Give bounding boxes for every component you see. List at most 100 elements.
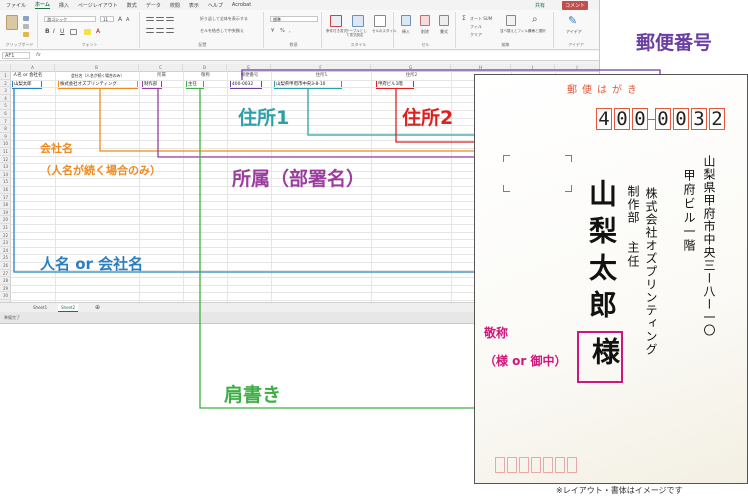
row-header[interactable]: 17 [0, 194, 11, 202]
column-header[interactable]: E [227, 64, 271, 72]
delete-button[interactable]: 削除 [421, 29, 429, 35]
table-format-button[interactable]: テーブルとして書式設定 [346, 29, 370, 37]
sheet-tab-sheet2[interactable]: Sheet2 [58, 304, 79, 312]
column-header[interactable]: A [11, 64, 55, 72]
menu-tab-data[interactable]: データ [146, 2, 161, 9]
column-header[interactable]: J [555, 64, 599, 72]
align-left-icon[interactable] [146, 28, 154, 33]
row-header[interactable]: 5 [0, 102, 11, 110]
insert-cells-icon[interactable] [401, 15, 411, 26]
row-header[interactable]: 2 [0, 80, 11, 88]
format-cells-icon[interactable] [439, 15, 449, 26]
sheet-tab-sheet1[interactable]: Sheet1 [30, 304, 50, 312]
insert-button[interactable]: 挿入 [402, 29, 410, 35]
align-top-icon[interactable] [146, 17, 154, 21]
row-header[interactable]: 12 [0, 156, 11, 164]
row-header[interactable]: 20 [0, 216, 11, 224]
column-header[interactable]: F [271, 64, 371, 72]
row-header[interactable]: 29 [0, 285, 11, 293]
align-right-icon[interactable] [166, 28, 174, 33]
row-header[interactable]: 30 [0, 292, 11, 300]
menu-tab-help[interactable]: ヘルプ [208, 2, 223, 9]
bold-icon[interactable]: B [45, 28, 50, 35]
align-middle-icon[interactable] [156, 17, 164, 21]
format-painter-icon[interactable] [23, 32, 29, 37]
shrink-font-icon[interactable]: A [126, 17, 129, 23]
row-header[interactable]: 19 [0, 209, 11, 217]
cell-style-icon[interactable] [374, 15, 386, 27]
row-header[interactable]: 15 [0, 178, 11, 186]
menu-tab-acrobat[interactable]: Acrobat [232, 2, 251, 8]
underline-icon[interactable]: U [60, 28, 64, 35]
number-format-select[interactable]: 標準 [270, 16, 318, 22]
cell-style-button[interactable]: セルのスタイル [372, 29, 397, 34]
row-header[interactable]: 11 [0, 148, 11, 156]
border-icon[interactable] [70, 29, 77, 35]
menu-tab-view[interactable]: 表示 [189, 2, 199, 9]
align-bottom-icon[interactable] [166, 17, 174, 21]
wrap-text-button[interactable]: 折り返して全体を表示する [200, 16, 248, 22]
format-button[interactable]: 書式 [440, 29, 448, 35]
row-header[interactable]: 26 [0, 262, 11, 270]
conditional-format-icon[interactable] [330, 15, 342, 27]
ideas-button[interactable]: アイデア [566, 29, 582, 35]
column-header[interactable]: G [371, 64, 451, 72]
row-header[interactable]: 24 [0, 247, 11, 255]
menu-tab-review[interactable]: 校閲 [170, 2, 180, 9]
font-color-icon[interactable]: A [96, 28, 100, 35]
row-header[interactable]: 16 [0, 186, 11, 194]
conditional-format-button[interactable]: 条件付き書式 [326, 29, 347, 34]
row-header[interactable]: 18 [0, 201, 11, 209]
grow-font-icon[interactable]: A [118, 16, 122, 23]
row-header[interactable]: 3 [0, 87, 11, 95]
font-size-select[interactable]: 11 [100, 16, 114, 22]
autosum-button[interactable]: オート SUM [470, 16, 492, 22]
fill-color-icon[interactable] [84, 29, 91, 35]
italic-icon[interactable]: I [53, 28, 55, 35]
align-center-icon[interactable] [156, 28, 164, 33]
row-header[interactable]: 9 [0, 133, 11, 141]
menu-tab-file[interactable]: ファイル [6, 2, 26, 9]
row-header[interactable]: 21 [0, 224, 11, 232]
menu-tab-insert[interactable]: 挿入 [59, 2, 69, 9]
row-header[interactable]: 7 [0, 118, 11, 126]
find-select-button[interactable]: 検索と選択 [528, 29, 546, 34]
row-header[interactable]: 22 [0, 232, 11, 240]
menu-tab-formulas[interactable]: 数式 [127, 2, 137, 9]
row-header[interactable]: 25 [0, 254, 11, 262]
column-header[interactable]: H [451, 64, 511, 72]
row-header[interactable]: 27 [0, 270, 11, 278]
row-header[interactable]: 6 [0, 110, 11, 118]
row-header[interactable]: 1 [0, 72, 11, 80]
paste-icon[interactable] [6, 15, 18, 30]
column-header[interactable]: D [183, 64, 227, 72]
fill-button[interactable]: フィル [470, 24, 482, 30]
row-header[interactable]: 28 [0, 277, 11, 285]
ideas-icon[interactable]: ✎ [568, 14, 577, 27]
comma-icon[interactable]: , [289, 28, 291, 34]
merge-center-button[interactable]: セルを結合して中央揃え [200, 28, 244, 34]
fx-icon[interactable]: fx [36, 52, 41, 58]
table-format-icon[interactable] [352, 15, 364, 27]
row-header[interactable]: 8 [0, 125, 11, 133]
menu-tab-page-layout[interactable]: ページレイアウト [78, 2, 118, 9]
share-button[interactable]: 共有 [532, 1, 548, 10]
column-header[interactable]: I [511, 64, 555, 72]
autosum-icon[interactable]: Σ [462, 15, 466, 22]
column-header[interactable]: C [139, 64, 183, 72]
delete-cells-icon[interactable] [420, 15, 430, 26]
search-icon[interactable]: ⌕ [532, 14, 538, 25]
add-sheet-icon[interactable]: ⊕ [92, 304, 103, 312]
percent-icon[interactable]: % [280, 28, 285, 34]
column-header[interactable]: B [55, 64, 139, 72]
sort-filter-icon[interactable] [506, 15, 516, 26]
row-header[interactable]: 14 [0, 171, 11, 179]
select-all-corner[interactable] [0, 64, 11, 72]
clear-button[interactable]: クリア [470, 32, 482, 38]
comment-button[interactable]: コメント [561, 1, 588, 10]
currency-icon[interactable]: ¥ [271, 28, 274, 34]
menu-tab-home[interactable]: ホーム [35, 1, 50, 9]
row-header[interactable]: 10 [0, 140, 11, 148]
name-box[interactable]: AF1 [2, 52, 30, 59]
row-header[interactable]: 13 [0, 163, 11, 171]
